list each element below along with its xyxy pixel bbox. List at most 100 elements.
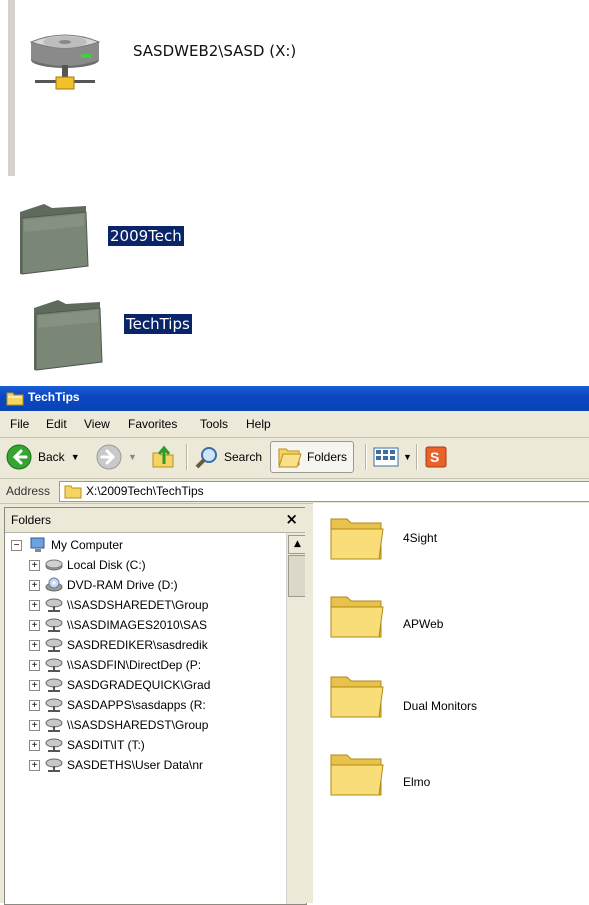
- tree-item-label: My Computer: [51, 538, 124, 552]
- folder-icon: [330, 596, 384, 638]
- forward-button[interactable]: ▼: [96, 441, 137, 473]
- content-pane: 4Sight APWeb Dual Monitors Elmo: [313, 503, 589, 903]
- explorer-window: TechTips File Edit View Favorites Tools …: [0, 386, 589, 905]
- expand-icon[interactable]: +: [29, 640, 40, 651]
- tree-item[interactable]: + \\SASDIMAGES2010\SAS: [5, 616, 285, 636]
- expand-icon[interactable]: +: [29, 600, 40, 611]
- network-drive-icon: [45, 638, 63, 652]
- window-title: TechTips: [28, 390, 80, 404]
- network-drive-label[interactable]: SASDWEB2\SASD (X:): [133, 42, 296, 60]
- up-folder-icon: [152, 445, 174, 468]
- network-drive-icon: [45, 738, 63, 752]
- tree-item[interactable]: + SASDGRADEQUICK\Grad: [5, 676, 285, 696]
- expand-icon[interactable]: +: [29, 740, 40, 751]
- toolbar: Back ▼ ▼ Search Folders ▼ S: [0, 438, 589, 479]
- sharepoint-icon: S: [425, 446, 447, 468]
- expand-icon[interactable]: +: [29, 720, 40, 731]
- folder-label-techtips[interactable]: TechTips: [124, 314, 192, 334]
- folders-pane: Folders × − My Computer + Local Disk (C:…: [4, 507, 307, 905]
- tree-item-label: DVD-RAM Drive (D:): [67, 578, 178, 592]
- folder-icon: [330, 518, 384, 560]
- tree-item-label: SASDETHS\User Data\nr: [67, 758, 204, 772]
- close-icon[interactable]: ×: [285, 510, 298, 528]
- tree-item-label: \\SASDSHAREDST\Group: [67, 718, 209, 732]
- expand-icon[interactable]: +: [29, 620, 40, 631]
- tree-item-label: SASDGRADEQUICK\Grad: [67, 678, 211, 692]
- network-drive-icon: [45, 598, 63, 612]
- folder-label-2009tech[interactable]: 2009Tech: [108, 226, 184, 246]
- toolbar-separator: [365, 444, 367, 470]
- sharepoint-button[interactable]: S: [424, 441, 448, 473]
- up-folder-button[interactable]: [150, 441, 176, 473]
- folder-icon[interactable]: [30, 296, 120, 371]
- expand-icon[interactable]: +: [29, 700, 40, 711]
- svg-text:S: S: [430, 449, 439, 465]
- folder-label: APWeb: [403, 617, 444, 631]
- folder-icon: [64, 485, 82, 499]
- tree-item-my-computer[interactable]: − My Computer: [5, 536, 285, 556]
- network-drive-icon: [45, 618, 63, 632]
- tree-item[interactable]: + SASDIT\IT (T:): [5, 736, 285, 756]
- left-divider: [8, 0, 15, 176]
- tree-item-label: \\SASDIMAGES2010\SAS: [67, 618, 208, 632]
- folder-icon: [330, 676, 384, 718]
- back-button[interactable]: Back ▼: [6, 441, 80, 473]
- folder-label: 4Sight: [403, 531, 438, 545]
- search-label: Search: [224, 450, 263, 464]
- tree-item[interactable]: + \\SASDFIN\DirectDep (P:: [5, 656, 285, 676]
- tree-item[interactable]: + SASDREDIKER\sasdredik: [5, 636, 285, 656]
- tree-item[interactable]: + DVD-RAM Drive (D:): [5, 576, 285, 596]
- tree-item-label: Local Disk (C:): [67, 558, 146, 572]
- expand-icon[interactable]: +: [29, 580, 40, 591]
- tree-item[interactable]: + SASDETHS\User Data\nr: [5, 756, 285, 776]
- tree-item-label: \\SASDFIN\DirectDep (P:: [67, 658, 202, 672]
- tree-item-label: SASDREDIKER\sasdredik: [67, 638, 208, 652]
- back-arrow-icon: [6, 444, 32, 470]
- forward-arrow-icon: [96, 444, 122, 470]
- network-drive-icon: [45, 718, 63, 732]
- network-drive-icon: [45, 678, 63, 692]
- folder-label: Dual Monitors: [403, 699, 478, 713]
- tree-item-label: SASDAPPS\sasdapps (R:: [67, 698, 206, 712]
- search-icon: [195, 447, 217, 469]
- address-value: X:\2009Tech\TechTips: [86, 484, 204, 498]
- menu-file[interactable]: File: [10, 417, 29, 431]
- expand-icon[interactable]: +: [29, 680, 40, 691]
- folder-icon: [330, 754, 384, 796]
- dvd-drive-icon: [45, 577, 63, 592]
- toolbar-separator: [186, 444, 188, 470]
- folders-pane-title: Folders: [11, 513, 52, 527]
- folders-scrollbar[interactable]: ▲: [286, 533, 307, 904]
- collapse-icon[interactable]: −: [11, 540, 22, 551]
- expand-icon[interactable]: +: [29, 560, 40, 571]
- tree-item-label: SASDIT\IT (T:): [67, 738, 145, 752]
- title-bar[interactable]: TechTips: [0, 386, 589, 411]
- chevron-down-icon: ▼: [403, 452, 412, 462]
- menu-tools[interactable]: Tools: [200, 417, 228, 431]
- network-drive-icon: [45, 758, 63, 772]
- tree-item[interactable]: + Local Disk (C:): [5, 556, 285, 576]
- folders-label: Folders: [307, 450, 348, 464]
- tree-item[interactable]: + SASDAPPS\sasdapps (R:: [5, 696, 285, 716]
- tree-item[interactable]: + \\SASDSHAREDST\Group: [5, 716, 285, 736]
- expand-icon[interactable]: +: [29, 760, 40, 771]
- views-icon: [373, 447, 399, 467]
- folders-icon: [278, 448, 302, 468]
- expand-icon[interactable]: +: [29, 660, 40, 671]
- tree-item[interactable]: + \\SASDSHAREDET\Group: [5, 596, 285, 616]
- menu-favorites[interactable]: Favorites: [128, 417, 177, 431]
- tree-item-label: \\SASDSHAREDET\Group: [67, 598, 209, 612]
- menu-help[interactable]: Help: [246, 417, 271, 431]
- folders-toggle-button[interactable]: Folders: [270, 441, 355, 473]
- address-label: Address: [6, 484, 51, 498]
- folder-icon[interactable]: [16, 200, 106, 275]
- address-bar: Address X:\2009Tech\TechTips: [0, 479, 589, 504]
- address-input[interactable]: X:\2009Tech\TechTips: [59, 481, 589, 502]
- search-button[interactable]: Search: [194, 441, 262, 473]
- pane-splitter[interactable]: [305, 507, 313, 903]
- network-drive-icon[interactable]: [25, 20, 115, 100]
- menu-view[interactable]: View: [84, 417, 110, 431]
- views-button[interactable]: ▼: [372, 441, 412, 473]
- menu-edit[interactable]: Edit: [46, 417, 67, 431]
- toolbar-separator: [416, 444, 418, 470]
